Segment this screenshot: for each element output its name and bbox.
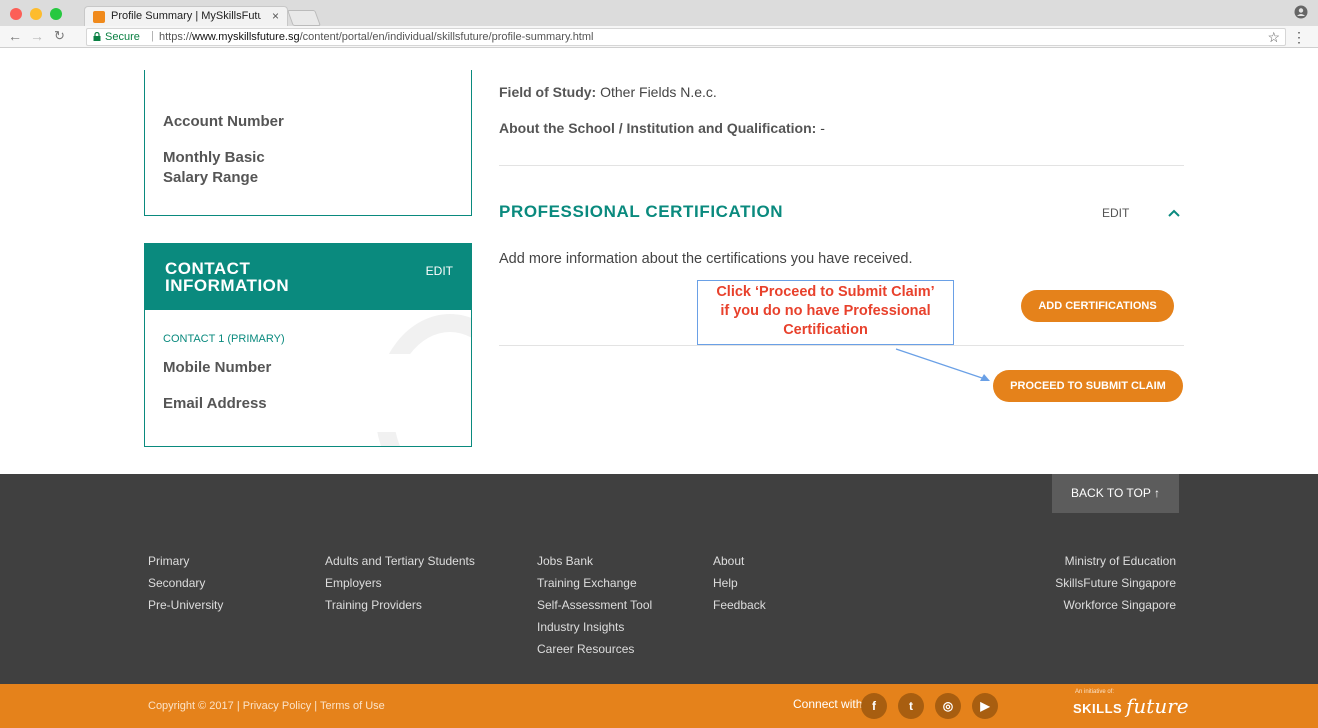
contact-edit-button[interactable]: EDIT: [426, 264, 453, 278]
footer-column-agencies: Ministry of Education SkillsFuture Singa…: [1016, 550, 1176, 616]
footer-link[interactable]: Adults and Tertiary Students: [325, 550, 475, 572]
certification-edit-button[interactable]: EDIT: [1102, 206, 1129, 220]
browser-tab[interactable]: Profile Summary | MySkillsFutu ×: [84, 6, 288, 26]
certification-description: Add more information about the certifica…: [499, 251, 913, 267]
close-window-button[interactable]: [10, 8, 22, 20]
instagram-icon[interactable]: ◎: [935, 693, 961, 719]
back-to-top-button[interactable]: BACK TO TOP ↑: [1052, 474, 1179, 513]
footer-bottom-bar: Copyright © 2017 | Privacy Policy | Term…: [0, 684, 1318, 728]
footer-link[interactable]: Training Exchange: [537, 572, 652, 594]
forward-icon[interactable]: →: [30, 28, 44, 44]
footer-link[interactable]: Workforce Singapore: [1016, 594, 1177, 616]
secure-label: Secure: [105, 31, 140, 43]
address-bar[interactable]: Secure | https://www.myskillsfuture.sg/c…: [86, 28, 1286, 46]
lock-icon: [93, 32, 101, 41]
reload-icon[interactable]: ↻: [54, 28, 65, 44]
zoom-window-button[interactable]: [50, 8, 62, 20]
twitter-icon[interactable]: t: [898, 693, 924, 719]
contact-card-header: CONTACT INFORMATION EDIT: [145, 244, 471, 310]
footer-link[interactable]: Ministry of Education: [1016, 550, 1176, 572]
contact-information-card: CONTACT INFORMATION EDIT CONTACT 1 (PRIM…: [144, 243, 472, 447]
footer-column-about: About Help Feedback: [713, 550, 766, 616]
footer-link[interactable]: Career Resources: [537, 638, 652, 660]
skillsfuture-logo-script: future: [1126, 694, 1189, 718]
footer-link[interactable]: SkillsFuture Singapore: [1016, 572, 1176, 594]
tab-title: Profile Summary | MySkillsFutu: [111, 10, 261, 22]
proceed-to-submit-claim-button[interactable]: PROCEED TO SUBMIT CLAIM: [993, 370, 1183, 402]
facebook-icon[interactable]: f: [861, 693, 887, 719]
footer-link[interactable]: Self-Assessment Tool: [537, 594, 652, 616]
tab-close-icon[interactable]: ×: [272, 9, 279, 23]
footer-link[interactable]: Secondary: [148, 572, 223, 594]
personal-info-card: Account Number Monthly Basic Salary Rang…: [144, 70, 472, 216]
annotation-callout: Click ‘Proceed to Submit Claim’ if you d…: [697, 280, 954, 345]
footer-link[interactable]: Primary: [148, 550, 223, 572]
add-certifications-button[interactable]: ADD CERTIFICATIONS: [1021, 290, 1174, 322]
favicon-icon: [93, 11, 105, 23]
minimize-window-button[interactable]: [30, 8, 42, 20]
footer-column-schools: Primary Secondary Pre-University: [148, 550, 223, 616]
initiative-label: An initiative of:: [1075, 689, 1115, 695]
contact-title: CONTACT INFORMATION: [165, 259, 290, 295]
address-bar-row: ← → ↻ Secure | https://www.myskillsfutur…: [0, 26, 1318, 48]
field-of-study: Field of Study: Other Fields N.e.c.: [499, 84, 717, 100]
about-school: About the School / Institution and Quali…: [499, 120, 825, 136]
url-text: https://www.myskillsfuture.sg/content/po…: [159, 31, 594, 43]
professional-certification-title: PROFESSIONAL CERTIFICATION: [499, 202, 784, 221]
redacted-contact-values: [281, 354, 441, 432]
footer-link[interactable]: Training Providers: [325, 594, 475, 616]
connect-with-label: Connect with: [793, 697, 863, 711]
footer-link[interactable]: Pre-University: [148, 594, 223, 616]
back-icon[interactable]: ←: [8, 28, 22, 44]
footer-link[interactable]: Employers: [325, 572, 475, 594]
mobile-number-label: Mobile Number: [163, 359, 272, 376]
footer-column-tools: Jobs Bank Training Exchange Self-Assessm…: [537, 550, 652, 660]
footer-link[interactable]: About: [713, 550, 766, 572]
contact-primary-label: CONTACT 1 (PRIMARY): [163, 333, 285, 345]
address-separator: |: [151, 30, 154, 42]
divider: [499, 165, 1184, 166]
youtube-icon[interactable]: ▶: [972, 693, 998, 719]
footer-column-audiences: Adults and Tertiary Students Employers T…: [325, 550, 475, 616]
chevron-up-icon[interactable]: [1168, 207, 1180, 219]
divider: [499, 345, 1184, 346]
account-number-label: Account Number: [163, 113, 284, 130]
email-address-label: Email Address: [163, 395, 267, 412]
star-icon[interactable]: ☆: [1267, 29, 1280, 46]
footer-link[interactable]: Help: [713, 572, 766, 594]
profile-icon[interactable]: [1294, 5, 1308, 23]
footer-link[interactable]: Feedback: [713, 594, 766, 616]
annotation-arrow: [895, 348, 990, 381]
salary-range-label: Monthly Basic Salary Range: [163, 149, 265, 186]
skillsfuture-logo: SKILLS: [1073, 701, 1123, 716]
copyright-text[interactable]: Copyright © 2017 | Privacy Policy | Term…: [148, 700, 385, 712]
footer-link[interactable]: Industry Insights: [537, 616, 652, 638]
menu-icon[interactable]: ⋮: [1292, 29, 1306, 46]
footer-link[interactable]: Jobs Bank: [537, 550, 652, 572]
new-tab-button[interactable]: [287, 10, 321, 26]
